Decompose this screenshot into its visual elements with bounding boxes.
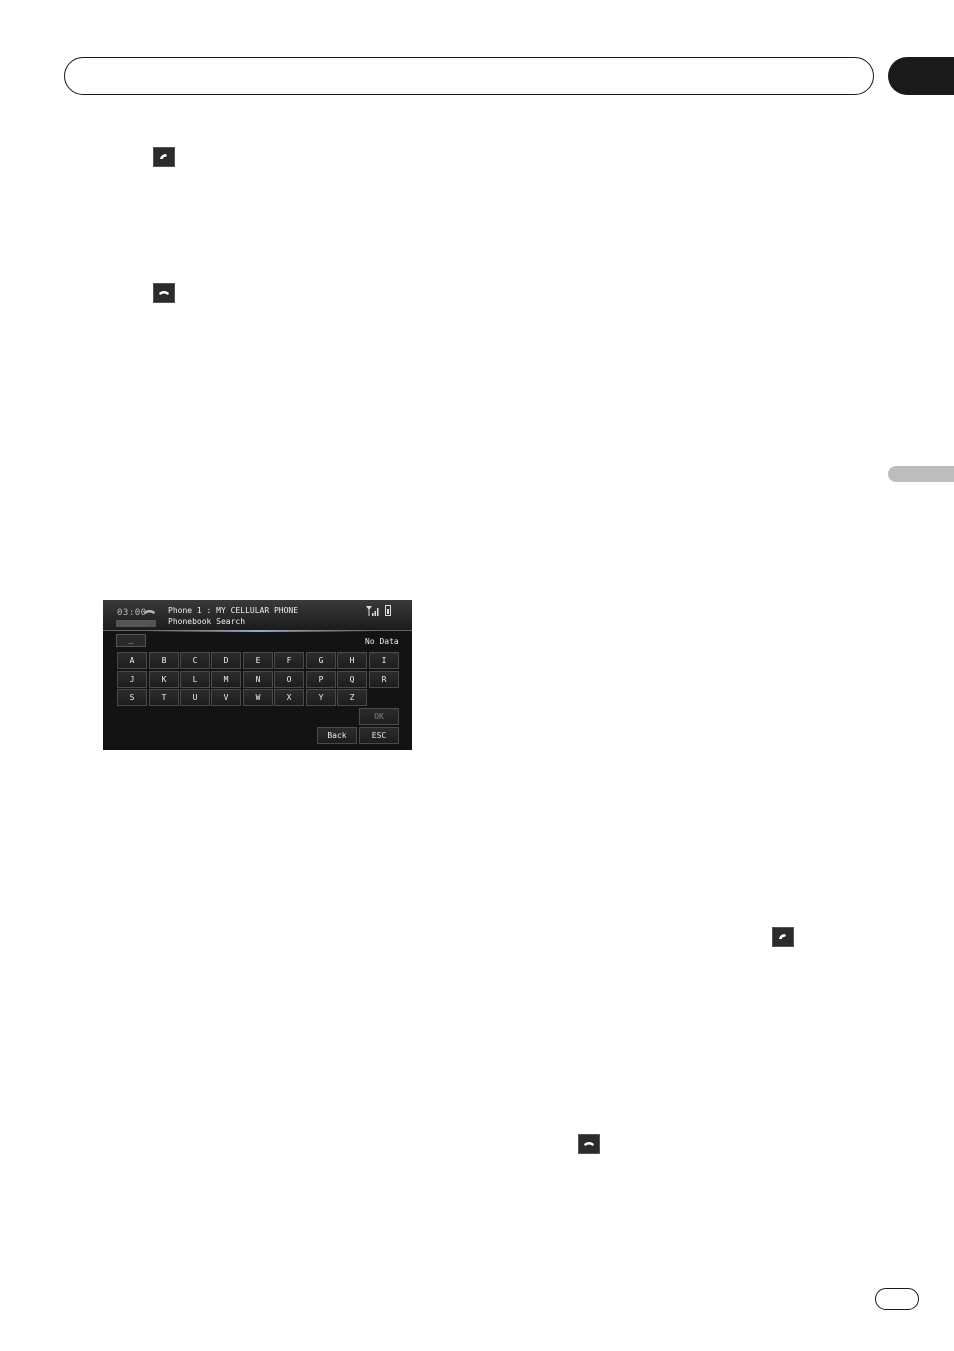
key-j[interactable]: J	[117, 671, 147, 688]
key-u[interactable]: U	[180, 689, 210, 706]
phone-on-hook-icon	[578, 1134, 600, 1154]
search-input[interactable]: _	[116, 634, 146, 647]
key-z[interactable]: Z	[337, 689, 367, 706]
page-number-badge	[875, 1288, 919, 1310]
key-l[interactable]: L	[180, 671, 210, 688]
key-f[interactable]: F	[274, 652, 304, 669]
key-c[interactable]: C	[180, 652, 210, 669]
key-m[interactable]: M	[211, 671, 241, 688]
key-v[interactable]: V	[211, 689, 241, 706]
key-o[interactable]: O	[274, 671, 304, 688]
key-s[interactable]: S	[117, 689, 147, 706]
chapter-tab	[888, 57, 954, 95]
key-y[interactable]: Y	[306, 689, 336, 706]
key-p[interactable]: P	[306, 671, 336, 688]
esc-button[interactable]: ESC	[359, 727, 399, 744]
clock: 03:00	[117, 608, 147, 618]
divider	[143, 630, 373, 632]
key-i[interactable]: I	[369, 652, 399, 669]
key-a[interactable]: A	[117, 652, 147, 669]
screen-title: Phonebook Search	[168, 617, 246, 626]
key-r[interactable]: R	[369, 671, 399, 688]
phonebook-search-screen: 03:00 Phone 1 : MY CELLULAR PHONE Phoneb…	[103, 600, 412, 750]
key-q[interactable]: Q	[337, 671, 367, 688]
key-b[interactable]: B	[149, 652, 179, 669]
back-button[interactable]: Back	[317, 727, 357, 744]
phone-name: Phone 1 : MY CELLULAR PHONE	[168, 606, 299, 615]
ok-button[interactable]: OK	[359, 708, 399, 725]
section-side-tab	[888, 466, 954, 482]
phone-icon	[144, 610, 155, 614]
key-k[interactable]: K	[149, 671, 179, 688]
header-bar	[64, 57, 874, 95]
key-t[interactable]: T	[149, 689, 179, 706]
clock-source-label	[116, 620, 156, 627]
phone-on-hook-icon	[153, 283, 175, 303]
screen-status-bar: 03:00 Phone 1 : MY CELLULAR PHONE Phoneb…	[103, 600, 412, 631]
key-g[interactable]: G	[306, 652, 336, 669]
key-h[interactable]: H	[337, 652, 367, 669]
battery-icon	[385, 605, 391, 616]
phone-off-hook-icon	[772, 927, 794, 947]
result-status: No Data	[365, 637, 399, 646]
phone-off-hook-icon	[153, 147, 175, 167]
signal-strength-icon	[366, 606, 379, 616]
key-n[interactable]: N	[243, 671, 273, 688]
key-d[interactable]: D	[211, 652, 241, 669]
key-e[interactable]: E	[243, 652, 273, 669]
key-x[interactable]: X	[274, 689, 304, 706]
key-w[interactable]: W	[243, 689, 273, 706]
